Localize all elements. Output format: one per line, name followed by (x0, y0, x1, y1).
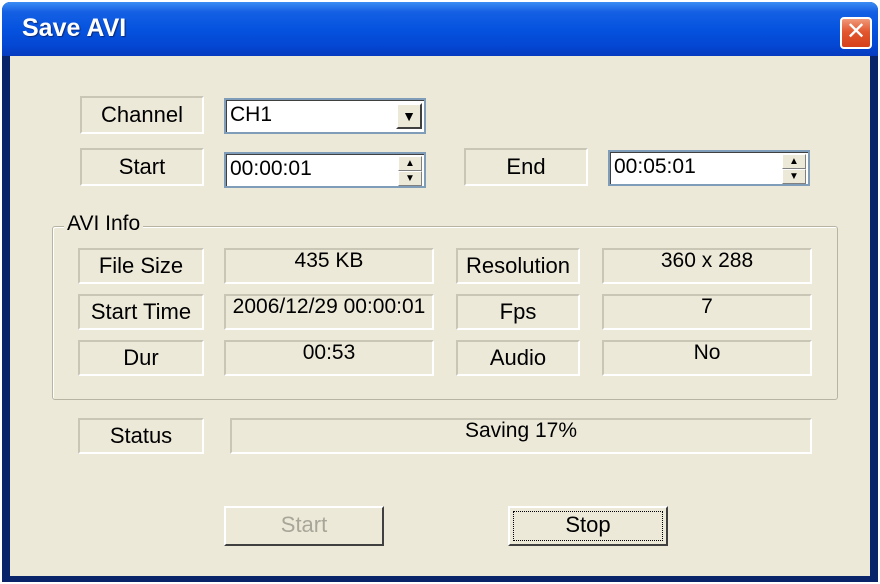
channel-dropdown-button[interactable]: ▼ (396, 103, 422, 129)
channel-select-value: CH1 (230, 103, 273, 126)
start-label-text: Start (118, 154, 166, 179)
start-time-input[interactable]: 00:00:01 (224, 152, 426, 188)
fps-value: 7 (602, 294, 812, 330)
audio-label: Audio (456, 340, 580, 376)
dur-label-text: Dur (123, 345, 159, 370)
close-icon: ✕ (845, 18, 867, 45)
spin-up-icon[interactable]: ▲ (782, 154, 806, 169)
status-label-text: Status (109, 423, 173, 448)
spin-up-icon[interactable]: ▲ (398, 156, 422, 171)
end-time-spinner[interactable]: ▲ ▼ (782, 154, 806, 184)
dialog-body: Channel CH1 ▼ Start 00:00:01 ▲ ▼ End 00:… (10, 56, 870, 576)
avi-info-group-title: AVI Info (64, 212, 144, 236)
channel-label-text: Channel (101, 102, 183, 127)
save-avi-window: Save AVI ✕ Channel CH1 ▼ Start 00:00:01 … (2, 2, 878, 582)
fps-label: Fps (456, 294, 580, 330)
audio-value: No (602, 340, 812, 376)
file-size-label: File Size (78, 248, 204, 284)
resolution-value: 360 x 288 (602, 248, 812, 284)
close-button[interactable]: ✕ (840, 17, 872, 49)
file-size-label-text: File Size (98, 253, 184, 278)
end-time-input[interactable]: 00:05:01 (608, 150, 810, 186)
stop-button[interactable]: Stop (508, 506, 668, 546)
start-time-value: 00:00:01 (230, 157, 312, 180)
end-time-value: 00:05:01 (614, 155, 696, 178)
fps-label-text: Fps (499, 299, 537, 324)
start-button[interactable]: Start (224, 506, 384, 546)
status-label: Status (78, 418, 204, 454)
audio-label-text: Audio (489, 345, 547, 370)
start-time-info-value: 2006/12/29 00:00:01 (224, 294, 434, 330)
resolution-label: Resolution (456, 248, 580, 284)
end-label-text: End (506, 154, 546, 179)
channel-label: Channel (80, 96, 204, 134)
dur-label: Dur (78, 340, 204, 376)
start-time-label-text: Start Time (90, 299, 192, 324)
start-time-spinner[interactable]: ▲ ▼ (398, 156, 422, 186)
spin-down-icon[interactable]: ▼ (782, 169, 806, 184)
end-label: End (464, 148, 588, 186)
window-title: Save AVI (22, 14, 127, 42)
start-time-label: Start Time (78, 294, 204, 330)
file-size-value: 435 KB (224, 248, 434, 284)
start-label: Start (80, 148, 204, 186)
chevron-down-icon: ▼ (402, 108, 416, 124)
spin-down-icon[interactable]: ▼ (398, 171, 422, 186)
resolution-label-text: Resolution (466, 253, 570, 278)
status-value: Saving 17% (230, 418, 812, 454)
dur-value: 00:53 (224, 340, 434, 376)
title-bar[interactable]: Save AVI ✕ (2, 2, 878, 56)
